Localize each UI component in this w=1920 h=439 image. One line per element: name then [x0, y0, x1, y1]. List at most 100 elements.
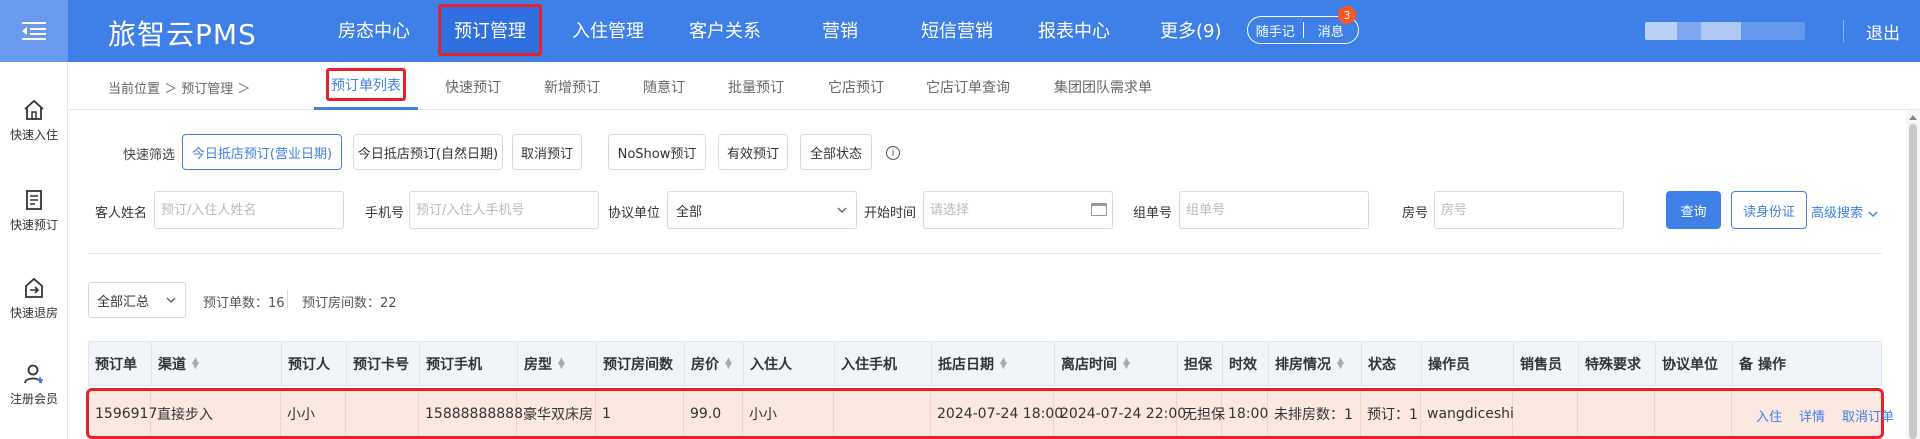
cell-status: 预订：1: [1361, 391, 1421, 436]
sidebar-item-label: 快速入住: [9, 128, 58, 142]
cell-remark: [1732, 391, 1754, 436]
tab-quick-reserve[interactable]: 快速预订: [445, 77, 501, 97]
brand-logo: 旅智云PMS: [108, 18, 257, 51]
sidebar-item-label: 注册会员: [9, 392, 58, 406]
start-time-input[interactable]: [923, 191, 1113, 229]
column-title: 时效: [1229, 356, 1257, 373]
nav-item-reservation[interactable]: 预订管理: [438, 4, 542, 56]
info-icon[interactable]: i: [886, 146, 900, 160]
col-header: 担保: [1178, 342, 1223, 385]
nav-item-reports[interactable]: 报表中心: [1038, 17, 1110, 43]
cell-special-request: [1578, 391, 1655, 436]
user-name-redacted: [1645, 22, 1805, 40]
top-bar: 旅智云PMS 房态中心 预订管理 入住管理 客户关系 营销 短信营销 报表中心 …: [0, 0, 1920, 62]
home-icon: [24, 99, 44, 120]
sidebar-item-register-member[interactable]: 注册会员: [0, 362, 68, 407]
advanced-search-toggle[interactable]: 高级搜索: [1811, 202, 1879, 221]
filter-valid[interactable]: 有效预订: [718, 134, 788, 170]
tab-bar: 当前位置 ＞ 预订管理 ＞ 预订单列表 快速预订 新增预订 随意订 批量预订 它…: [68, 62, 1920, 110]
breadcrumb: 当前位置 ＞ 预订管理 ＞: [108, 82, 251, 97]
guest-name-label: 客人姓名: [95, 206, 148, 221]
scroll-thumb[interactable]: [1909, 124, 1917, 439]
column-title: 抵店日期: [938, 356, 994, 373]
room-no-input[interactable]: [1434, 191, 1624, 229]
agreement-select[interactable]: 全部: [667, 191, 857, 229]
query-button[interactable]: 查询: [1666, 191, 1721, 229]
filter-today-arrival-business[interactable]: 今日抵店预订(营业日期): [182, 134, 342, 170]
column-title: 特殊要求: [1585, 356, 1641, 373]
col-header: 特殊要求: [1579, 342, 1656, 385]
tab-other-store-reserve[interactable]: 它店预订: [828, 77, 884, 97]
room-no-label: 房号: [1402, 206, 1429, 221]
column-title: 预订手机: [426, 356, 482, 373]
column-title: 预订房间数: [603, 356, 673, 373]
group-no-input[interactable]: [1179, 191, 1369, 229]
nav-item-room-status[interactable]: 房态中心: [338, 17, 410, 43]
col-header: 预订手机: [420, 342, 518, 385]
cell-salesperson: [1513, 391, 1578, 436]
column-title: 入住人: [750, 356, 792, 373]
column-title: 预订人: [288, 356, 330, 373]
col-header: 时效: [1223, 342, 1269, 385]
column-title: 备: [1739, 356, 1753, 373]
document-icon: [26, 190, 42, 210]
scroll-up-arrow-icon[interactable]: [1909, 115, 1917, 120]
nav-item-sms-marketing[interactable]: 短信营销: [921, 17, 993, 43]
notes-button[interactable]: 随手记: [1248, 17, 1303, 43]
menu-toggle-button[interactable]: [0, 0, 68, 62]
logout-button[interactable]: 退出: [1866, 19, 1900, 44]
col-header: 操作员: [1422, 342, 1514, 385]
details-link[interactable]: 详情: [1799, 406, 1825, 425]
col-header: 销售员: [1514, 342, 1579, 385]
cell-guest-phone: [834, 391, 931, 436]
nav-item-crm[interactable]: 客户关系: [689, 17, 761, 43]
divider: [88, 253, 1882, 254]
sidebar-item-quick-reserve[interactable]: 快速预订: [0, 188, 68, 233]
cell-agreement: [1655, 391, 1732, 436]
sort-icon: ▲ ▼: [1000, 355, 1007, 371]
col-header: 入住手机: [835, 342, 932, 385]
table-row[interactable]: 1596917 直接步入 小小 15888888888 豪华双床房 1 99.0…: [86, 388, 1894, 439]
phone-input[interactable]: [409, 191, 599, 229]
tab-other-store-query[interactable]: 它店订单查询: [926, 77, 1010, 97]
sidebar-item-quick-checkout[interactable]: 快速退房: [0, 276, 68, 321]
tab-group-demand[interactable]: 集团团队需求单: [1054, 77, 1152, 97]
sidebar: 快速入住 快速预订 快速退房 注册会员: [0, 62, 68, 439]
col-header-sortable[interactable]: 渠道 ▲ ▼: [152, 342, 282, 385]
summary-select[interactable]: 全部汇总: [88, 282, 186, 318]
phone-label: 手机号: [365, 206, 405, 221]
col-header-sortable[interactable]: 房型 ▲ ▼: [518, 342, 597, 385]
col-header-sortable[interactable]: 排房情况 ▲ ▼: [1269, 342, 1362, 385]
group-no-label: 组单号: [1133, 206, 1173, 221]
summary-value: 全部汇总: [97, 294, 150, 310]
sidebar-item-quick-checkin[interactable]: 快速入住: [0, 98, 68, 143]
nav-item-checkin[interactable]: 入住管理: [572, 17, 644, 43]
read-id-card-button[interactable]: 读身份证: [1731, 191, 1807, 229]
col-header-sortable[interactable]: 房价 ▲ ▼: [685, 342, 744, 385]
nav-item-more[interactable]: 更多(9): [1160, 17, 1222, 43]
tab-batch-reserve[interactable]: 批量预订: [728, 77, 784, 97]
start-time-field: [923, 191, 1113, 229]
col-header: 操作: [1752, 342, 1882, 385]
guest-name-input[interactable]: [154, 191, 344, 229]
vertical-scrollbar[interactable]: [1906, 110, 1920, 439]
cell-room-assign: 未排房数：1: [1268, 391, 1361, 436]
nav-item-marketing[interactable]: 营销: [822, 17, 858, 43]
calendar-icon[interactable]: [1091, 203, 1107, 216]
column-title: 房型: [524, 356, 552, 373]
filter-cancelled[interactable]: 取消预订: [512, 134, 582, 170]
tab-reservation-list[interactable]: 预订单列表: [326, 68, 406, 101]
col-header: 预订单: [89, 342, 152, 385]
column-title: 状态: [1368, 356, 1396, 373]
chevron-down-icon: [166, 297, 176, 304]
filter-noshow[interactable]: NoShow预订: [608, 134, 706, 170]
col-header-sortable[interactable]: 离店时间 ▲ ▼: [1055, 342, 1178, 385]
filter-today-arrival-natural[interactable]: 今日抵店预订(自然日期): [353, 134, 503, 170]
tab-free-reserve[interactable]: 随意订: [643, 77, 685, 97]
checkin-link[interactable]: 入住: [1756, 406, 1782, 425]
chevron-down-icon: [837, 207, 847, 214]
tab-new-reserve[interactable]: 新增预订: [544, 77, 600, 97]
col-header-sortable[interactable]: 抵店日期 ▲ ▼: [932, 342, 1055, 385]
cancel-order-link[interactable]: 取消订单: [1842, 406, 1894, 425]
filter-all-status[interactable]: 全部状态: [800, 134, 872, 170]
